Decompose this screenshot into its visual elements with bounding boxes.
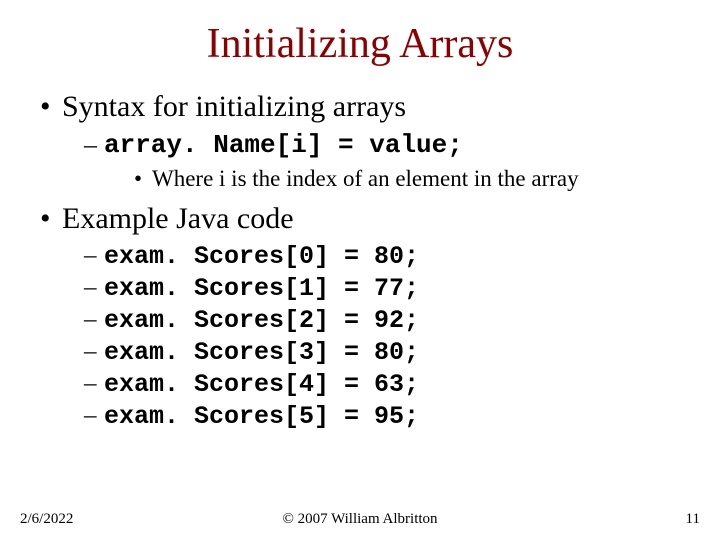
slide: Initializing Arrays Syntax for initializ… bbox=[0, 0, 720, 540]
footer-page-number: 11 bbox=[686, 511, 700, 528]
code-line: exam. Scores[4] = 63; bbox=[40, 370, 680, 399]
code-line: exam. Scores[5] = 95; bbox=[40, 402, 680, 431]
footer-copyright: © 2007 William Albritton bbox=[0, 511, 720, 528]
bullet-syntax-note: Where i is the index of an element in th… bbox=[40, 166, 680, 192]
bullet-example-header: Example Java code bbox=[40, 202, 680, 236]
slide-title: Initializing Arrays bbox=[40, 20, 680, 68]
code-line: exam. Scores[0] = 80; bbox=[40, 242, 680, 271]
code-line: exam. Scores[2] = 92; bbox=[40, 306, 680, 335]
code-line: exam. Scores[3] = 80; bbox=[40, 338, 680, 367]
code-line: exam. Scores[1] = 77; bbox=[40, 274, 680, 303]
bullet-syntax-code: array. Name[i] = value; bbox=[40, 130, 680, 160]
bullet-syntax-header: Syntax for initializing arrays bbox=[40, 90, 680, 124]
